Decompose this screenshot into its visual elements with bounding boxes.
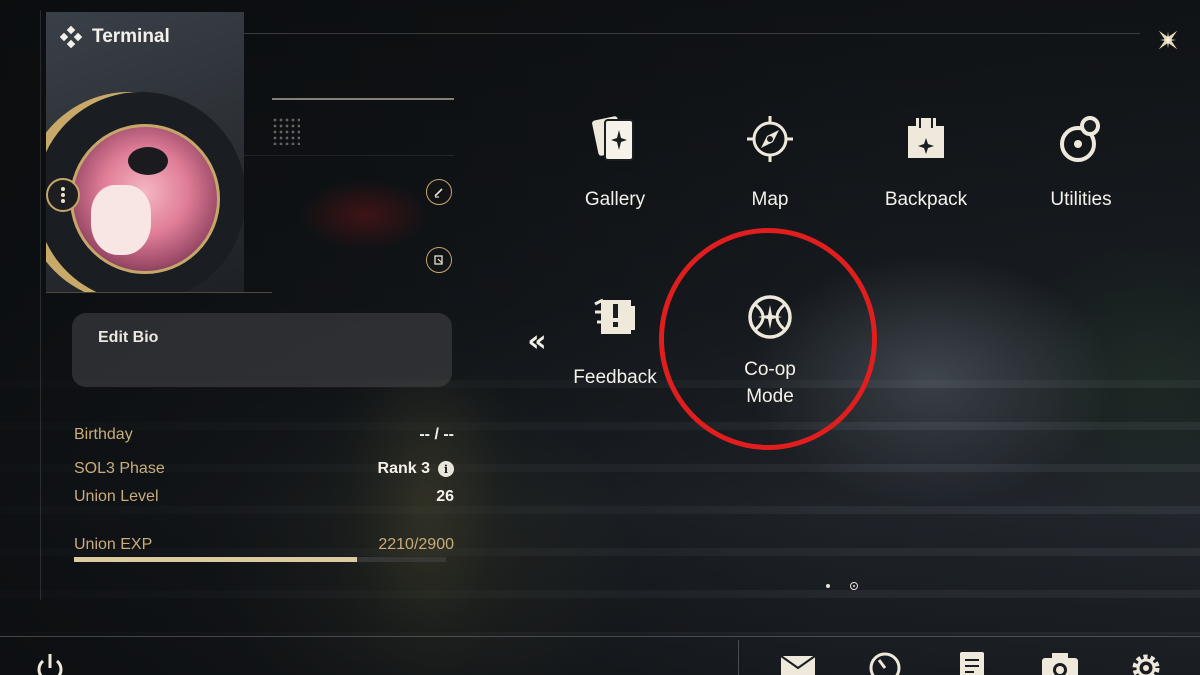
profile-more-button[interactable] (46, 178, 80, 212)
avatar-hair-bow (128, 147, 168, 175)
menu-map-button[interactable]: Map (695, 100, 845, 240)
sol3-phase-value-wrap: Rank 3 i (378, 460, 454, 478)
union-exp-progress-bar (74, 557, 446, 562)
clock-button[interactable] (865, 650, 905, 675)
copy-icon (434, 255, 443, 265)
edit-bio-label: Edit Bio (98, 329, 159, 346)
menu-feedback-label: Feedback (573, 367, 657, 388)
info-icon[interactable]: i (438, 461, 454, 477)
settings-button[interactable] (1126, 650, 1166, 675)
backpack-icon (902, 100, 950, 164)
menu-utilities-label: Utilities (1050, 189, 1112, 210)
page-dot-1[interactable] (826, 584, 830, 588)
vertical-dots-icon (61, 187, 65, 203)
menu-feedback-button[interactable]: Feedback (540, 278, 690, 418)
union-exp-label: Union EXP (74, 536, 153, 553)
union-exp-progress-fill (74, 557, 358, 562)
sol3-phase-label: SOL3 Phase (74, 460, 165, 477)
edit-name-button[interactable] (426, 179, 452, 205)
bottom-bar-separator (738, 640, 739, 675)
birthday-row: Birthday -- / -- (74, 424, 454, 446)
menu-coop-mode-button[interactable]: Co-op Mode (695, 278, 845, 418)
decorative-dot-grid (272, 117, 300, 145)
union-level-label: Union Level (74, 488, 159, 505)
page-title: Terminal (60, 26, 170, 48)
power-button[interactable] (30, 650, 70, 675)
camera-icon (1042, 653, 1078, 675)
avatar-face (91, 185, 151, 255)
union-exp-row: Union EXP 2210/2900 (74, 534, 454, 556)
menu-backpack-label: Backpack (884, 189, 968, 210)
page-dot-2-active[interactable] (850, 582, 858, 590)
copy-id-button[interactable] (426, 247, 452, 273)
feedback-icon (591, 278, 639, 342)
camera-button[interactable] (1040, 650, 1080, 675)
pencil-icon (434, 188, 443, 198)
menu-utilities-button[interactable]: Utilities (1006, 100, 1156, 240)
birthday-value: -- / -- (419, 426, 454, 443)
decorative-glow (300, 180, 430, 250)
union-level-value: 26 (436, 488, 454, 505)
notes-icon (960, 652, 984, 675)
notes-button[interactable] (952, 650, 992, 675)
diamond-cluster-icon (60, 26, 82, 48)
utilities-icon (1058, 100, 1104, 164)
bottom-bar-divider (0, 636, 1200, 637)
close-button[interactable] (1150, 22, 1186, 58)
profile-divider (46, 292, 272, 293)
edit-bio-field[interactable]: Edit Bio (72, 313, 452, 387)
power-icon (37, 654, 63, 675)
clock-icon (869, 652, 901, 675)
close-star-icon (1158, 30, 1178, 50)
cards-icon (591, 100, 639, 164)
avatar[interactable] (70, 124, 220, 274)
coop-globe-icon (745, 278, 795, 342)
mail-button[interactable] (778, 650, 818, 675)
menu-backpack-button[interactable]: Backpack (851, 100, 1001, 240)
decorative-line (272, 98, 454, 100)
page-title-text: Terminal (92, 26, 170, 47)
page-indicator (826, 582, 858, 590)
header-divider (240, 33, 1140, 34)
sol3-phase-row: SOL3 Phase Rank 3 i (74, 458, 454, 480)
settings-icon (1132, 654, 1160, 675)
sol3-phase-value: Rank 3 (377, 460, 430, 477)
menu-coop-mode-label: Co-op Mode (744, 359, 796, 407)
birthday-label: Birthday (74, 426, 133, 443)
menu-gallery-label: Gallery (584, 189, 646, 210)
menu-map-label: Map (751, 189, 789, 210)
left-rail-line (40, 10, 41, 600)
union-exp-value: 2210/2900 (378, 536, 454, 553)
compass-icon (745, 100, 795, 164)
mail-icon (780, 655, 816, 675)
menu-gallery-button[interactable]: Gallery (540, 100, 690, 240)
union-level-row: Union Level 26 (74, 486, 454, 508)
